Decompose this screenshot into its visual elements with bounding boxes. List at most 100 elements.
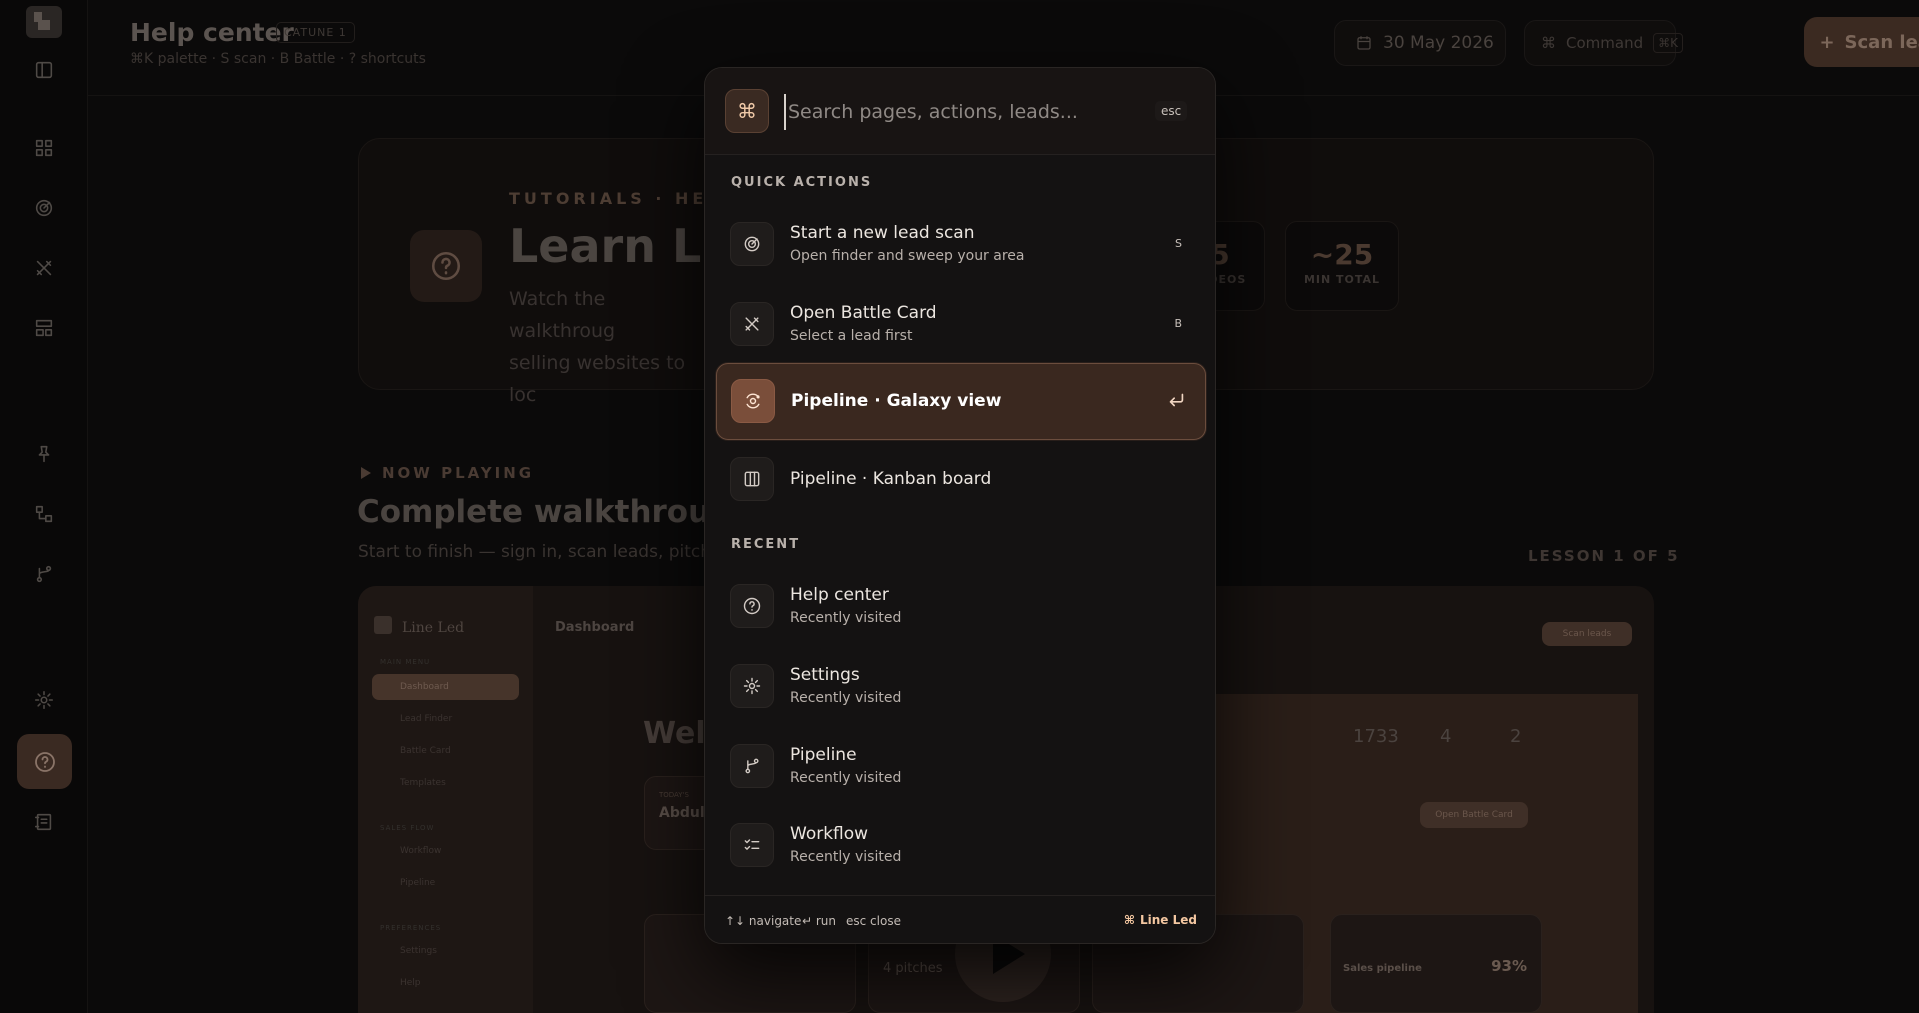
video-nav-item: Dashboard bbox=[372, 674, 519, 700]
video-pipeline-card: Sales pipeline 93% bbox=[1330, 914, 1542, 1013]
hero-description: Watch the walkthroug selling websites to… bbox=[509, 283, 709, 411]
video-nav-item: Settings bbox=[400, 946, 437, 956]
video-description: Start to finish — sign in, scan leads, p… bbox=[358, 542, 738, 562]
video-section-label: MAIN MENU bbox=[380, 658, 431, 666]
palette-item-sub: Open finder and sweep your area bbox=[790, 248, 1025, 264]
plus-icon: + bbox=[1819, 31, 1835, 53]
pin-icon[interactable] bbox=[30, 440, 58, 468]
esc-key[interactable]: esc bbox=[1155, 101, 1188, 121]
sidebar bbox=[0, 0, 88, 1013]
palette-item-sub: Recently visited bbox=[790, 770, 902, 786]
palette-item-settings[interactable]: Settings Recently visited bbox=[716, 651, 1206, 721]
help-icon bbox=[410, 230, 482, 302]
shortcut-key: B bbox=[1174, 317, 1182, 330]
palette-item-sub: Recently visited bbox=[790, 849, 902, 865]
video-pipeline-pct: 93% bbox=[1491, 957, 1527, 975]
checklist-icon bbox=[730, 823, 774, 867]
play-icon bbox=[361, 467, 371, 479]
title-badge: CATUNE 1 bbox=[276, 22, 355, 43]
stat-minutes: ~25 MIN TOTAL bbox=[1285, 221, 1399, 311]
quick-actions-heading: QUICK ACTIONS bbox=[731, 175, 873, 190]
palette-footer: ↑↓ navigate ↵ run esc close ⌘ Line Led bbox=[705, 895, 1215, 943]
palette-item-help-center[interactable]: Help center Recently visited bbox=[716, 571, 1206, 641]
orbit-icon bbox=[731, 379, 775, 423]
video-section-label: SALES FLOW bbox=[380, 824, 435, 832]
palette-item-title: Settings bbox=[790, 665, 860, 685]
command-label: Command bbox=[1566, 34, 1644, 52]
palette-item-title: Help center bbox=[790, 585, 889, 605]
video-app-sidebar: Line Led MAIN MENU Dashboard Lead Finder… bbox=[358, 586, 533, 1013]
video-stat: 1733 bbox=[1353, 726, 1399, 747]
palette-item-workflow[interactable]: Workflow Recently visited bbox=[716, 810, 1206, 880]
video-pipeline-label: Sales pipeline bbox=[1343, 963, 1422, 974]
palette-item-new-scan[interactable]: Start a new lead scan Open finder and sw… bbox=[716, 209, 1206, 279]
columns-icon bbox=[730, 457, 774, 501]
video-nav-item: Templates bbox=[400, 778, 446, 788]
page-title: Help center bbox=[130, 18, 294, 47]
radar-icon bbox=[730, 222, 774, 266]
video-nav-item: Help bbox=[400, 978, 421, 988]
command-button[interactable]: ⌘ Command ⌘K bbox=[1524, 20, 1683, 66]
video-nav-item: Workflow bbox=[400, 846, 442, 856]
video-stat: 4 bbox=[1440, 726, 1452, 747]
recent-heading: RECENT bbox=[731, 537, 801, 552]
stat-value: ~25 bbox=[1310, 238, 1374, 271]
palette-item-title: Pipeline · Galaxy view bbox=[791, 391, 1002, 411]
ledger-icon[interactable] bbox=[30, 808, 58, 836]
navigate-hint: ↑↓ navigate bbox=[725, 914, 802, 928]
video-nav-item: Pipeline bbox=[400, 878, 436, 888]
workflow-icon[interactable] bbox=[30, 500, 58, 528]
video-battle-button: Open Battle Card bbox=[1420, 802, 1528, 828]
app-logo-icon[interactable] bbox=[24, 4, 64, 40]
palette-item-title: Workflow bbox=[790, 824, 869, 844]
video-page-title: Dashboard bbox=[555, 620, 635, 635]
video-logo-icon bbox=[374, 616, 392, 634]
palette-item-kanban[interactable]: Pipeline · Kanban board bbox=[716, 444, 1206, 514]
now-playing-eyebrow: NOW PLAYING bbox=[360, 464, 534, 482]
shortcut-hint: ⌘K palette · S scan · B Battle · ? short… bbox=[130, 51, 426, 67]
video-scan-button: Scan leads bbox=[1542, 622, 1632, 646]
video-section-label: PREFERENCES bbox=[380, 924, 442, 932]
video-today-label: TODAY'S bbox=[659, 791, 689, 799]
scan-leads-label: Scan leads bbox=[1844, 31, 1919, 53]
enter-icon bbox=[1165, 389, 1189, 413]
palette-brand-label: Line Led bbox=[1140, 913, 1197, 927]
now-playing-label: NOW PLAYING bbox=[382, 464, 535, 482]
close-hint: esc close bbox=[846, 914, 901, 928]
command-icon: ⌘ bbox=[1123, 913, 1135, 927]
video-nav-item: Battle Card bbox=[400, 746, 451, 756]
run-hint: ↵ run bbox=[802, 914, 837, 928]
video-brand: Line Led bbox=[402, 620, 465, 636]
hero-desc-line: selling websites to loc bbox=[509, 352, 686, 406]
palette-search-bar: ⌘ esc bbox=[705, 68, 1215, 155]
calendar-icon bbox=[1357, 36, 1371, 50]
lesson-counter: LESSON 1 OF 5 bbox=[1528, 547, 1680, 565]
palette-item-sub: Recently visited bbox=[790, 690, 902, 706]
palette-item-sub: Select a lead first bbox=[790, 328, 913, 344]
help-icon[interactable] bbox=[17, 734, 72, 789]
sidebar-toggle-icon[interactable] bbox=[30, 56, 58, 84]
swords-icon[interactable] bbox=[30, 254, 58, 282]
branch-icon bbox=[730, 744, 774, 788]
branch-icon[interactable] bbox=[30, 560, 58, 588]
palette-search-input[interactable] bbox=[784, 94, 1154, 130]
video-pitches: 4 pitches bbox=[883, 961, 943, 976]
gear-icon[interactable] bbox=[30, 686, 58, 714]
palette-item-battle-card[interactable]: Open Battle Card Select a lead first B bbox=[716, 289, 1206, 359]
palette-item-title: Pipeline bbox=[790, 745, 857, 765]
command-icon: ⌘ bbox=[1541, 34, 1556, 52]
palette-item-galaxy-view[interactable]: Pipeline · Galaxy view bbox=[716, 363, 1206, 440]
palette-item-title: Pipeline · Kanban board bbox=[790, 469, 992, 489]
shortcut-key: S bbox=[1175, 237, 1182, 250]
templates-icon[interactable] bbox=[30, 314, 58, 342]
date-picker[interactable]: 30 May 2026 bbox=[1334, 20, 1506, 66]
palette-item-pipeline[interactable]: Pipeline Recently visited bbox=[716, 731, 1206, 801]
video-lead-name: Abdul bbox=[659, 805, 705, 821]
radar-icon[interactable] bbox=[30, 194, 58, 222]
stat-label: MIN TOTAL bbox=[1303, 273, 1381, 286]
command-shortcut: ⌘K bbox=[1653, 33, 1683, 53]
dashboard-icon[interactable] bbox=[30, 134, 58, 162]
gear-icon bbox=[730, 664, 774, 708]
palette-item-sub: Recently visited bbox=[790, 610, 902, 626]
scan-leads-button[interactable]: + Scan leads bbox=[1804, 17, 1919, 67]
